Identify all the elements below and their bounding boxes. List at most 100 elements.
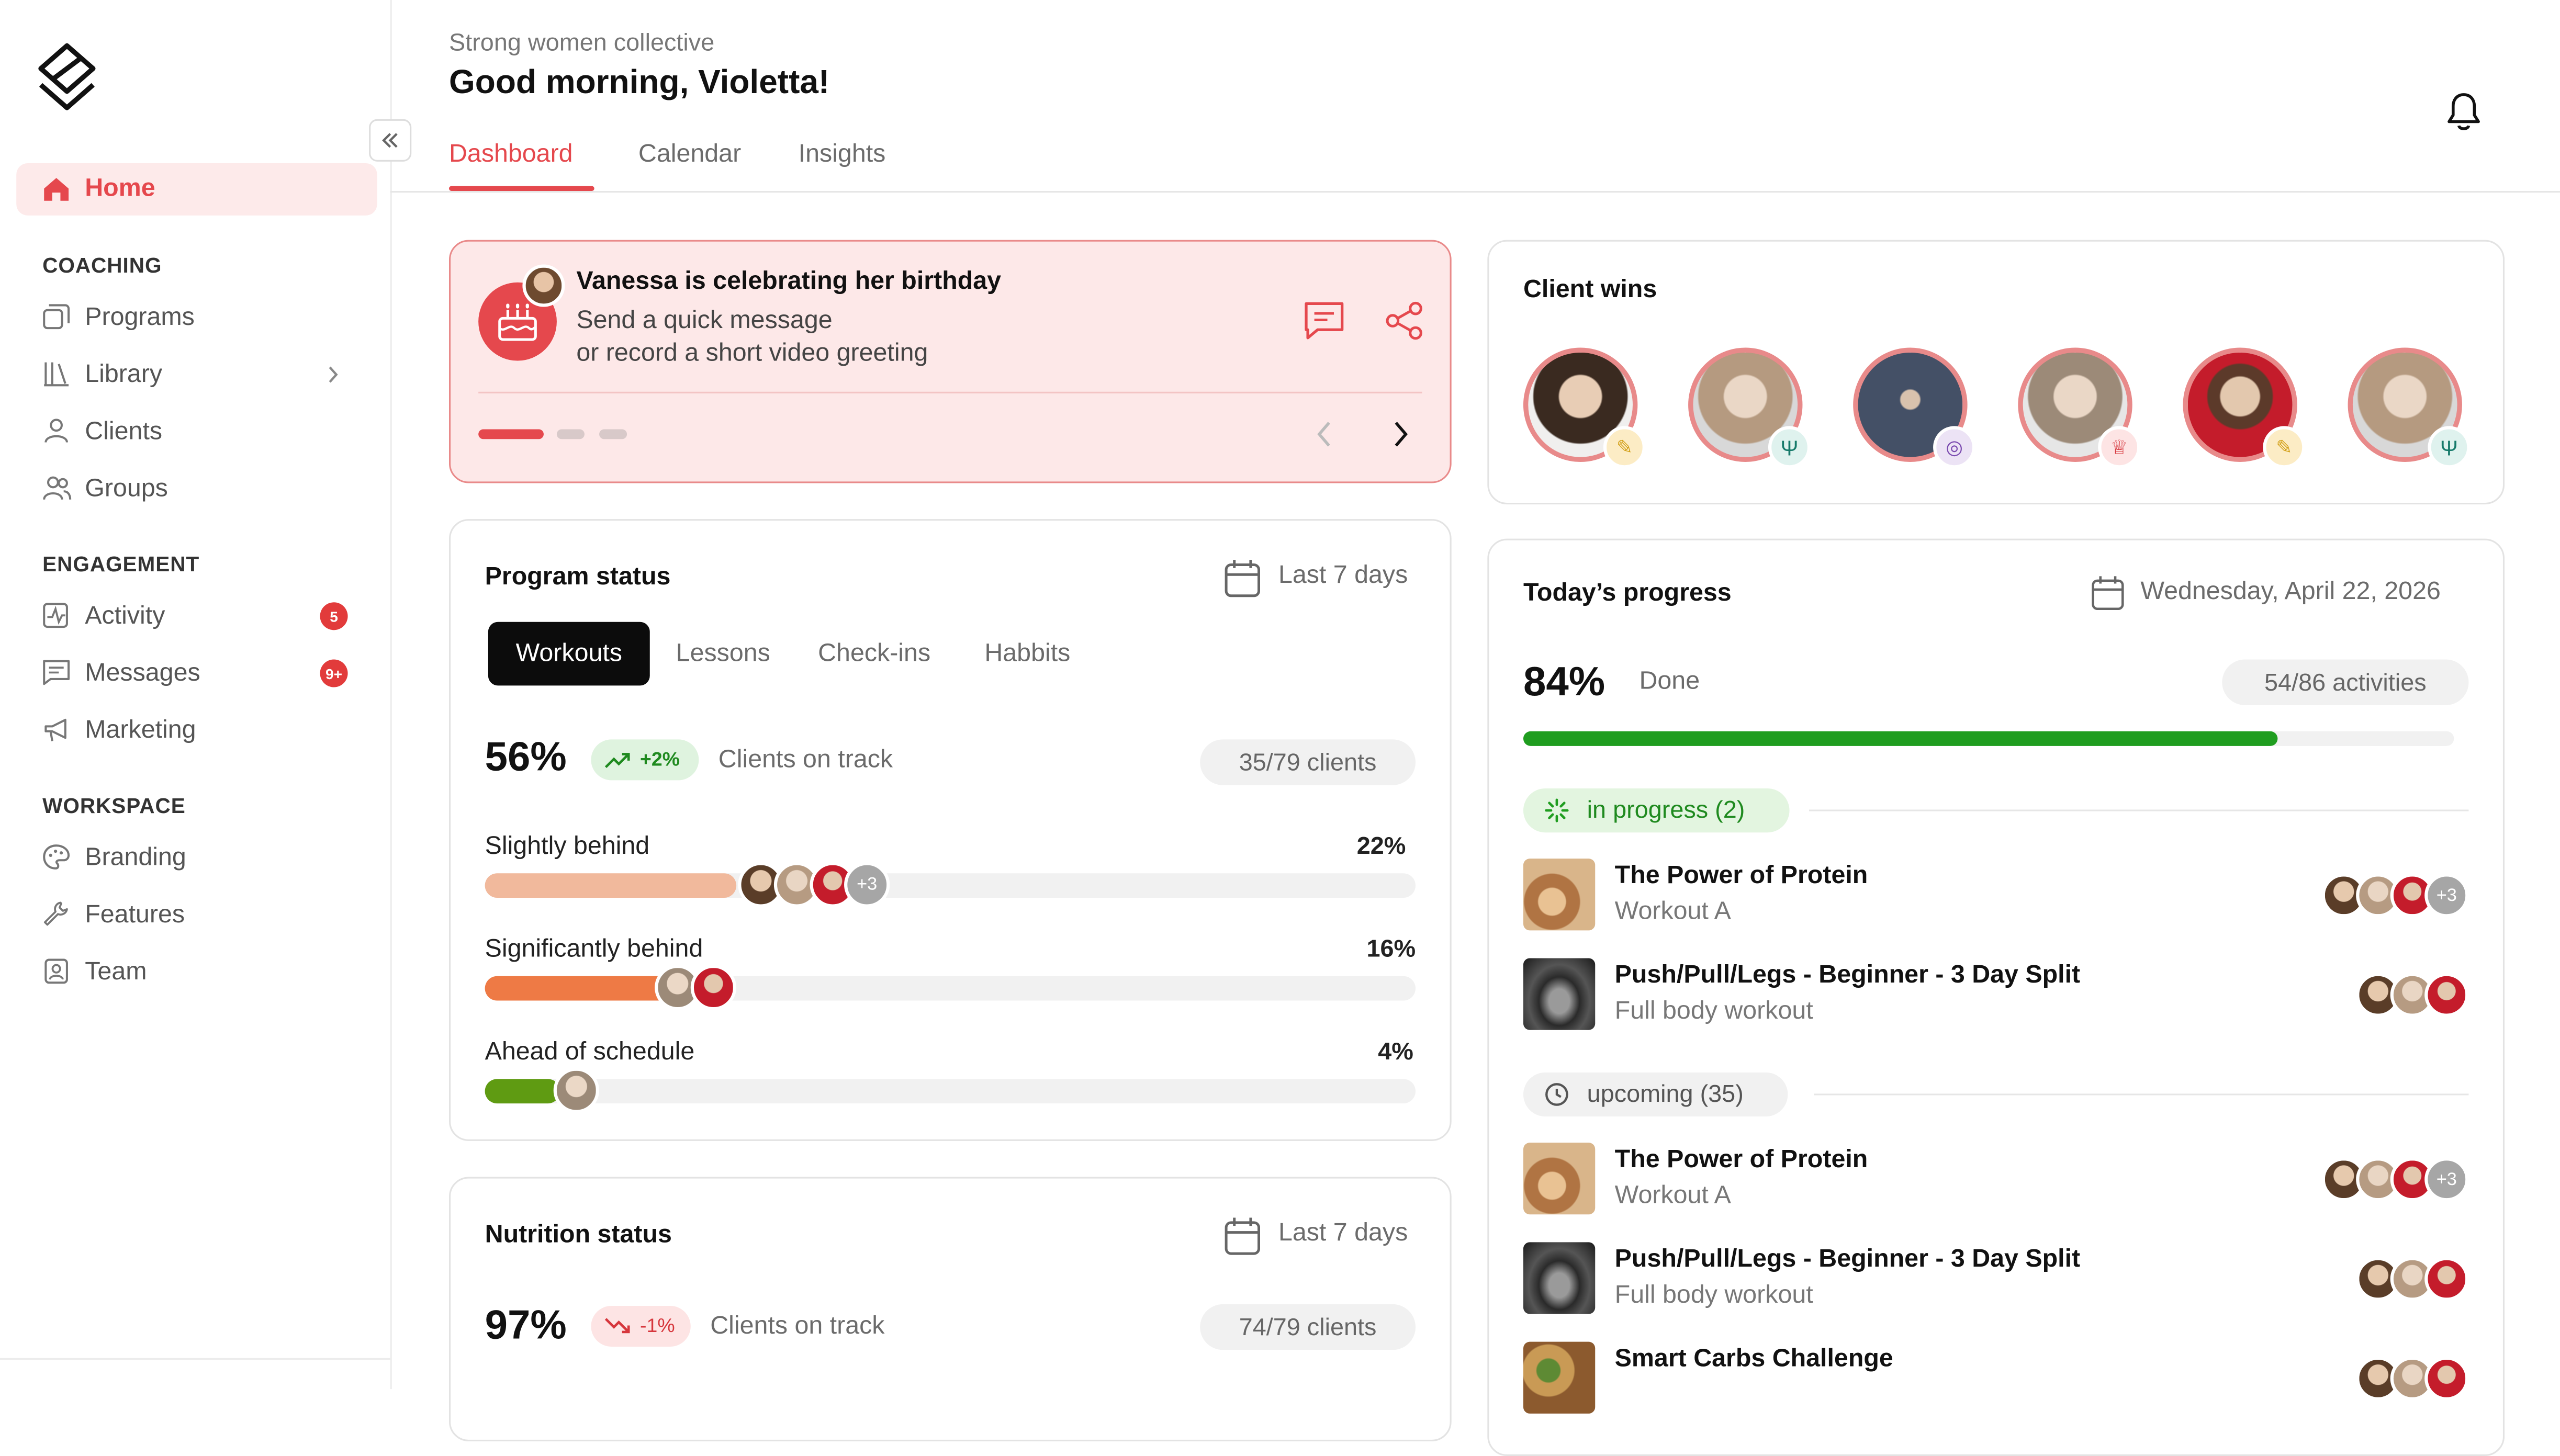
on-track-percent: 56% xyxy=(485,735,567,781)
progress-date[interactable]: Wednesday, April 22, 2026 xyxy=(2140,578,2441,607)
header-divider xyxy=(390,191,2560,193)
in-progress-chip[interactable]: in progress (2) xyxy=(1523,788,1790,833)
trend-up-icon xyxy=(604,753,630,769)
item-thumbnail xyxy=(1523,1341,1596,1414)
avatar xyxy=(553,1067,600,1113)
section-heading-workspace: WORKSPACE xyxy=(42,793,186,818)
library-icon xyxy=(42,361,70,387)
carousel-dot[interactable] xyxy=(556,429,585,439)
on-track-label: Clients on track xyxy=(718,746,893,774)
sidebar-item-messages[interactable]: Messages xyxy=(85,659,200,689)
in-progress-label: in progress (2) xyxy=(1587,796,1745,825)
chevron-right-icon[interactable] xyxy=(1391,420,1410,449)
delta-value: -1% xyxy=(640,1314,675,1337)
item-title[interactable]: Smart Carbs Challenge xyxy=(1615,1345,1893,1374)
birthday-line-2: or record a short video greeting xyxy=(576,339,928,367)
row-label: Slightly behind xyxy=(485,832,650,861)
sidebar-item-features[interactable]: Features xyxy=(85,901,185,930)
fork-knife-icon: Ψ xyxy=(1768,426,1811,469)
avatar-more: +3 xyxy=(2424,1157,2469,1202)
page-title: Good morning, Violetta! xyxy=(448,63,830,101)
delta-badge: -1% xyxy=(591,1306,691,1347)
section-heading-engagement: ENGAGEMENT xyxy=(42,551,200,577)
upcoming-label: upcoming (35) xyxy=(1587,1080,1744,1109)
avatar-more: +3 xyxy=(844,862,890,908)
tab-workouts[interactable]: Workouts xyxy=(488,622,650,686)
sidebar-item-home[interactable]: Home xyxy=(16,163,377,216)
share-icon[interactable] xyxy=(1385,300,1424,341)
row-value: 4% xyxy=(1378,1038,1413,1066)
sidebar-item-programs[interactable]: Programs xyxy=(85,303,195,333)
groups-icon xyxy=(42,475,72,501)
collapse-sidebar-button[interactable] xyxy=(369,119,412,162)
section-divider xyxy=(1814,1093,2469,1096)
trend-down-icon xyxy=(604,1318,630,1334)
chevron-right-icon[interactable] xyxy=(325,364,341,386)
carousel-dot[interactable] xyxy=(599,429,627,439)
sidebar-item-library[interactable]: Library xyxy=(85,361,162,390)
tab-lessons[interactable]: Lessons xyxy=(676,640,770,669)
fork-knife-icon: Ψ xyxy=(2428,426,2471,469)
item-thumbnail xyxy=(1523,859,1596,931)
sidebar-item-branding[interactable]: Branding xyxy=(85,844,186,873)
period-select[interactable]: Last 7 days xyxy=(1278,1220,1408,1249)
nutrition-status-card: Nutrition status Last 7 days 97% -1% Cli… xyxy=(448,1177,1452,1441)
sidebar-item-marketing[interactable]: Marketing xyxy=(85,717,196,746)
upcoming-chip[interactable]: upcoming (35) xyxy=(1523,1072,1788,1117)
activity-icon xyxy=(42,602,70,628)
activity-count-badge: 5 xyxy=(320,602,348,630)
delta-badge: +2% xyxy=(591,739,699,781)
calendar-icon xyxy=(1225,558,1261,597)
chevron-left-icon[interactable] xyxy=(1315,420,1334,449)
home-icon xyxy=(42,176,70,202)
avatar xyxy=(2424,973,2469,1017)
progress-track xyxy=(485,1079,1416,1104)
sidebar-item-team[interactable]: Team xyxy=(85,958,147,987)
avatar-more: +3 xyxy=(2424,873,2469,918)
item-thumbnail xyxy=(1523,1242,1596,1314)
birthday-title: Vanessa is celebrating her birthday xyxy=(576,267,1002,296)
tab-check-ins[interactable]: Check-ins xyxy=(818,640,930,669)
client-wins-card: Client wins ✎ Ψ ◎ ♕ ✎ Ψ xyxy=(1487,240,2505,505)
section-divider xyxy=(1809,809,2469,811)
sidebar-item-clients[interactable]: Clients xyxy=(85,418,162,447)
birthday-line-1: Send a quick message xyxy=(576,307,833,335)
sidebar-divider xyxy=(0,1358,390,1360)
spinner-icon xyxy=(1545,798,1569,822)
item-title[interactable]: The Power of Protein xyxy=(1615,1146,1868,1175)
nutrition-status-title: Nutrition status xyxy=(485,1221,672,1249)
program-status-title: Program status xyxy=(485,563,671,591)
sidebar-item-groups[interactable]: Groups xyxy=(85,475,168,504)
todays-progress-card: Today’s progress Wednesday, April 22, 20… xyxy=(1487,538,2505,1456)
avatar-vanessa xyxy=(522,264,565,307)
sidebar-item-label: Home xyxy=(85,174,155,202)
team-icon xyxy=(42,958,70,984)
item-title[interactable]: Push/Pull/Legs - Beginner - 3 Day Split xyxy=(1615,1246,2080,1275)
avatar xyxy=(690,964,737,1011)
progress-percent: 84% xyxy=(1523,659,1605,705)
trophy-icon: ♕ xyxy=(2098,426,2141,469)
item-title[interactable]: Push/Pull/Legs - Beginner - 3 Day Split xyxy=(1615,962,2080,991)
active-tab-indicator xyxy=(448,186,594,191)
card-divider xyxy=(478,391,1422,393)
tab-habbits[interactable]: Habbits xyxy=(984,640,1070,669)
clock-icon xyxy=(1545,1083,1568,1106)
carousel-dot-active[interactable] xyxy=(478,429,544,439)
item-title[interactable]: The Power of Protein xyxy=(1615,862,1868,891)
tab-insights[interactable]: Insights xyxy=(799,140,886,170)
sidebar-item-activity[interactable]: Activity xyxy=(85,602,165,631)
bell-icon[interactable] xyxy=(2446,92,2482,132)
period-select[interactable]: Last 7 days xyxy=(1278,561,1408,591)
row-label: Significantly behind xyxy=(485,935,703,963)
megaphone-icon xyxy=(42,717,70,743)
tab-calendar[interactable]: Calendar xyxy=(638,140,741,170)
tab-dashboard[interactable]: Dashboard xyxy=(449,140,573,170)
message-icon[interactable] xyxy=(1303,300,1345,341)
programs-icon xyxy=(42,303,70,330)
item-subtitle: Workout A xyxy=(1614,897,1731,926)
ruler-icon: ✎ xyxy=(2263,426,2306,469)
delta-value: +2% xyxy=(640,747,680,771)
progress-fill xyxy=(485,1079,559,1104)
on-track-label: Clients on track xyxy=(710,1312,885,1340)
row-label: Ahead of schedule xyxy=(485,1038,695,1066)
